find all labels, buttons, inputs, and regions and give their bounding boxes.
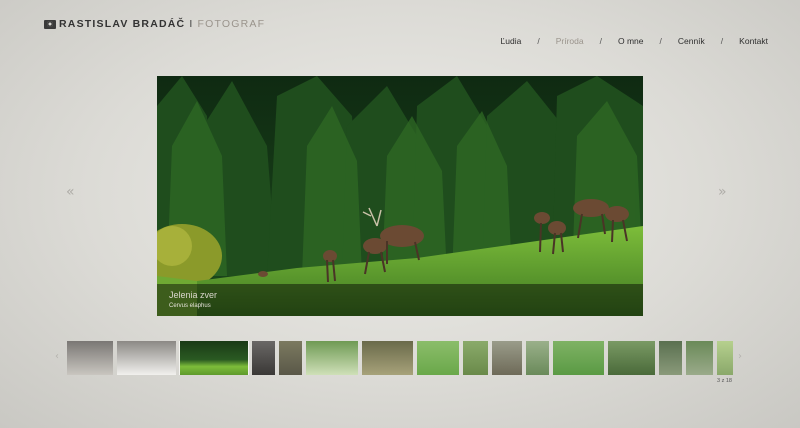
thumbnail[interactable] — [717, 341, 733, 375]
nav-item-cennik[interactable]: Cenník — [678, 36, 705, 46]
brand-name: RASTISLAV BRADÁČ — [59, 18, 186, 30]
thumbnail[interactable] — [67, 341, 113, 375]
thumbnail[interactable] — [686, 341, 713, 375]
thumbnail-counter: 3 z 18 — [717, 378, 732, 384]
thumbnail[interactable] — [362, 341, 413, 375]
brand-role: FOTOGRAF — [197, 18, 266, 30]
nav-item-kontakt[interactable]: Kontakt — [739, 36, 768, 46]
nav-item-ludia[interactable]: Ľudia — [501, 36, 522, 46]
thumbnail[interactable] — [279, 341, 302, 375]
thumbnail[interactable] — [306, 341, 358, 375]
caption-title: Jelenia zver — [169, 290, 218, 300]
brand-separator: I — [189, 18, 194, 30]
nav-separator: / — [599, 36, 602, 46]
prev-photo-icon[interactable]: « — [66, 184, 74, 200]
thumbnail[interactable] — [608, 341, 655, 375]
thumbnail-active[interactable] — [180, 341, 248, 375]
thumbnail-strip — [67, 341, 733, 375]
main-nav: Ľudia / Príroda / O mne / Cenník / Konta… — [501, 36, 768, 46]
thumbs-next-icon[interactable]: › — [738, 351, 742, 362]
thumbnail[interactable] — [252, 341, 275, 375]
caption-subtitle: Cervus elaphus — [169, 303, 211, 309]
thumbnail[interactable] — [463, 341, 488, 375]
camera-icon — [44, 19, 56, 29]
deer-meadow-image — [157, 76, 643, 316]
nav-separator: / — [537, 36, 540, 46]
thumbnail[interactable] — [659, 341, 682, 375]
nav-separator: / — [720, 36, 724, 46]
site-logo[interactable]: RASTISLAV BRADÁČ I FOTOGRAF — [44, 18, 265, 30]
thumbnail[interactable] — [526, 341, 549, 375]
thumbnail[interactable] — [492, 341, 522, 375]
photo-caption: Jelenia zver Cervus elaphus — [157, 284, 643, 316]
thumbnail[interactable] — [117, 341, 176, 375]
nav-item-priroda[interactable]: Príroda — [556, 36, 584, 46]
thumbs-prev-icon[interactable]: ‹ — [55, 351, 59, 362]
main-photo[interactable]: Jelenia zver Cervus elaphus — [157, 76, 643, 316]
next-photo-icon[interactable]: » — [718, 184, 726, 200]
thumbnail[interactable] — [553, 341, 604, 375]
nav-item-o-mne[interactable]: O mne — [618, 36, 644, 46]
nav-separator: / — [659, 36, 662, 46]
thumbnail[interactable] — [417, 341, 459, 375]
